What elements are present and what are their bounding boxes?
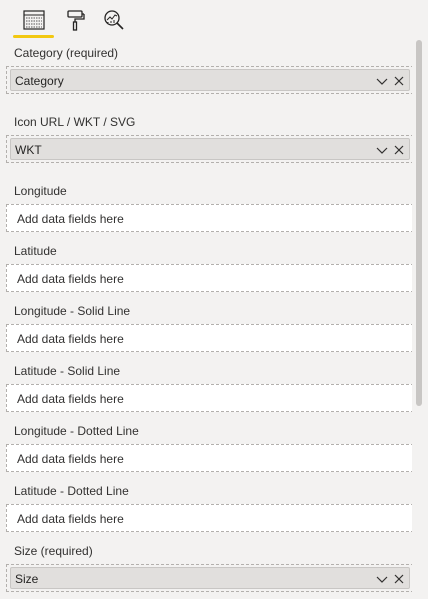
well-label: Latitude <box>14 244 57 258</box>
drop-zone-placeholder: Add data fields here <box>17 272 124 286</box>
analytics-magnifier-icon <box>104 10 124 30</box>
drop-zone-placeholder: Add data fields here <box>17 452 124 466</box>
well-label: Category (required) <box>14 46 119 60</box>
active-tab-indicator <box>13 35 54 38</box>
well-label: Longitude - Dotted Line <box>14 424 139 438</box>
field-pill[interactable]: Size <box>10 567 410 589</box>
drop-zone-placeholder: Add data fields here <box>17 212 124 226</box>
field-pill[interactable]: WKT <box>10 138 410 160</box>
chevron-down-icon[interactable] <box>375 143 389 157</box>
chevron-down-icon[interactable] <box>375 74 389 88</box>
drop-zone[interactable]: Size <box>6 564 412 592</box>
well-label: Size (required) <box>14 544 93 558</box>
field-name: WKT <box>15 143 42 157</box>
close-icon[interactable] <box>393 143 405 157</box>
field-pill[interactable]: Category <box>10 69 410 91</box>
well-label: Latitude - Solid Line <box>14 364 121 378</box>
drop-zone[interactable]: Add data fields here <box>6 444 412 472</box>
tab-format[interactable] <box>59 6 91 34</box>
close-icon[interactable] <box>393 572 405 586</box>
tab-analytics[interactable] <box>98 6 130 34</box>
drop-zone[interactable]: Add data fields here <box>6 324 412 352</box>
drop-zone[interactable]: Add data fields here <box>6 264 412 292</box>
chevron-down-icon[interactable] <box>375 572 389 586</box>
field-wells-pane: Category (required) Category Icon URL / … <box>0 40 412 599</box>
drop-zone[interactable]: WKT <box>6 135 412 163</box>
well-label: Latitude - Dotted Line <box>14 484 129 498</box>
fields-grid-icon <box>23 10 45 30</box>
drop-zone-placeholder: Add data fields here <box>17 392 124 406</box>
drop-zone[interactable]: Add data fields here <box>6 504 412 532</box>
visualization-tabs <box>0 0 428 40</box>
paint-roller-icon <box>67 10 85 31</box>
scrollbar-thumb[interactable] <box>416 40 422 406</box>
drop-zone[interactable]: Add data fields here <box>6 384 412 412</box>
drop-zone-placeholder: Add data fields here <box>17 512 124 526</box>
drop-zone[interactable]: Category <box>6 66 412 94</box>
close-icon[interactable] <box>393 74 405 88</box>
tab-fields[interactable] <box>18 6 50 34</box>
drop-zone[interactable]: Add data fields here <box>6 204 412 232</box>
well-label: Longitude <box>14 184 67 198</box>
drop-zone-placeholder: Add data fields here <box>17 332 124 346</box>
field-name: Category <box>15 74 64 88</box>
well-label: Icon URL / WKT / SVG <box>14 115 136 129</box>
field-name: Size <box>15 572 39 586</box>
well-label: Longitude - Solid Line <box>14 304 131 318</box>
